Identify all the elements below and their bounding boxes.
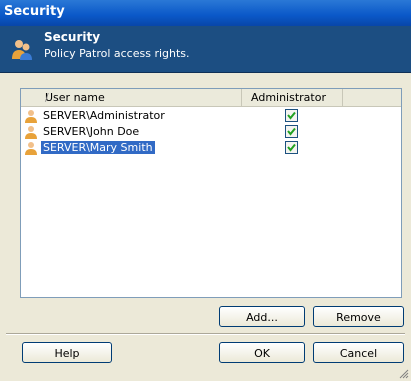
separator — [6, 333, 405, 335]
column-header-administrator[interactable]: Administrator — [242, 89, 343, 106]
users-icon — [12, 40, 32, 60]
user-name: SERVER\John Doe — [43, 125, 140, 138]
user-name: SERVER\Administrator — [43, 109, 165, 122]
admin-checkbox[interactable] — [285, 125, 298, 138]
dialog-header: Security Policy Patrol access rights. — [0, 26, 411, 73]
list-item[interactable]: SERVER\John Doe — [21, 124, 341, 140]
resize-grip-icon[interactable] — [399, 369, 409, 379]
admin-checkbox[interactable] — [285, 109, 298, 122]
list-header: User name / Administrator — [21, 89, 401, 107]
help-button[interactable]: Help — [22, 342, 112, 363]
user-icon — [25, 142, 37, 155]
admin-checkbox[interactable] — [285, 141, 298, 154]
header-title: Security — [44, 30, 101, 44]
checkbox-checked-icon — [287, 127, 296, 136]
add-button[interactable]: Add... — [219, 306, 305, 327]
security-dialog: Security Security Policy Patrol access r… — [0, 0, 411, 381]
user-icon — [25, 126, 37, 139]
sort-marker: / — [45, 91, 49, 104]
user-icon — [25, 110, 37, 123]
user-list[interactable]: User name / Administrator SERVER\Adminis… — [20, 88, 402, 298]
cancel-button[interactable]: Cancel — [313, 342, 404, 363]
ok-button[interactable]: OK — [219, 342, 305, 363]
list-item-selected[interactable]: SERVER\Mary Smith — [21, 140, 341, 156]
user-name: SERVER\Mary Smith — [41, 141, 155, 154]
remove-button[interactable]: Remove — [313, 306, 404, 327]
window-title: Security — [4, 4, 65, 19]
column-header-user-name[interactable]: User name / — [21, 89, 242, 106]
title-bar[interactable]: Security — [0, 0, 411, 26]
list-item[interactable]: SERVER\Administrator — [21, 108, 341, 124]
header-subtitle: Policy Patrol access rights. — [44, 47, 190, 60]
checkbox-checked-icon — [287, 111, 296, 120]
checkbox-checked-icon — [287, 143, 296, 152]
